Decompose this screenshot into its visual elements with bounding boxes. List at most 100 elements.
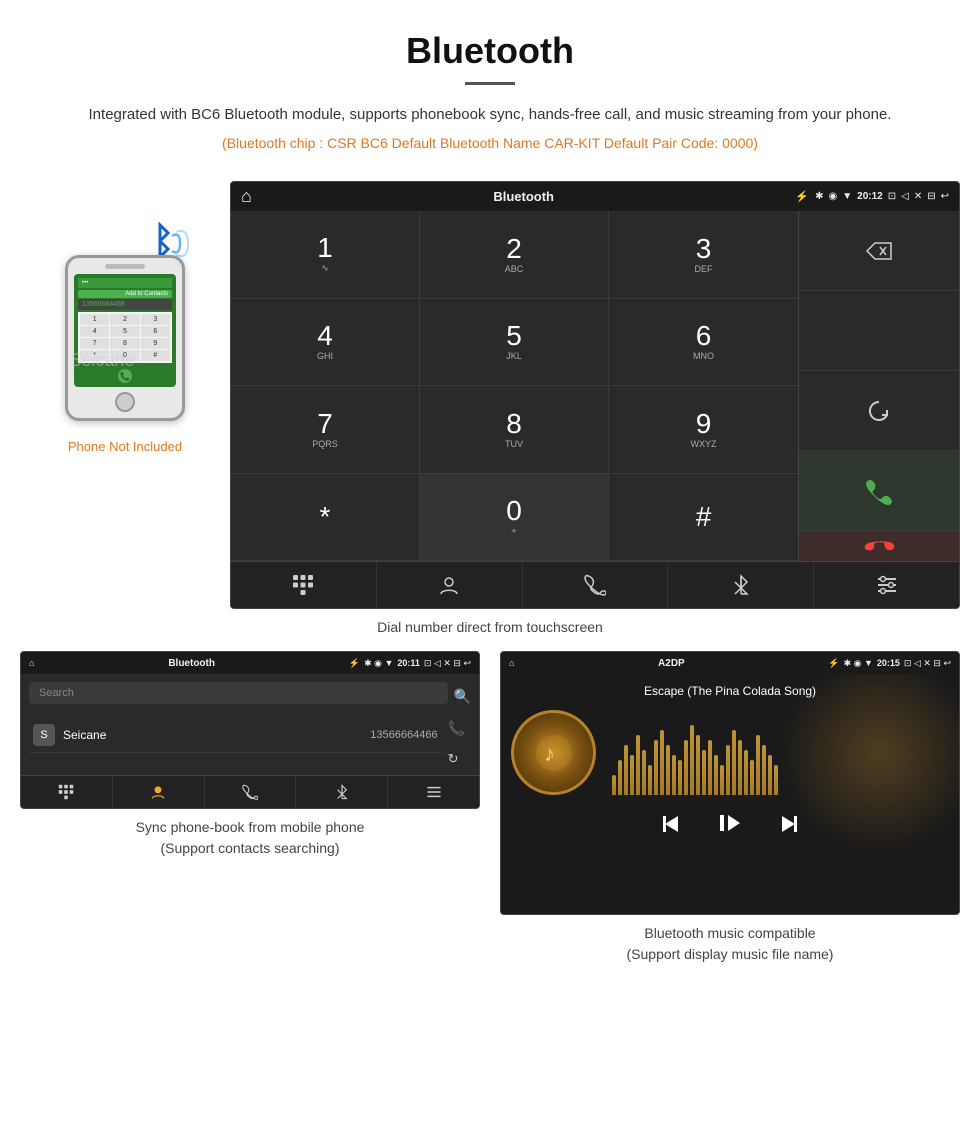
cam-icon-music: ⊡ ◁ ✕ ⊟ ↩ (904, 658, 951, 669)
home-icon-sm[interactable]: ⌂ (29, 658, 34, 668)
wave-bar (678, 760, 682, 795)
nav-contacts[interactable] (377, 562, 523, 608)
wave-bar (636, 735, 640, 795)
key-2[interactable]: 2 ABC (420, 211, 609, 299)
music-screen: ⌂ A2DP ⚡ ✱ ◉ ▼ 20:15 ⊡ ◁ ✕ ⊟ ↩ Escape (T… (500, 651, 960, 915)
phonebook-icon-column: 📞 ↻ (442, 718, 471, 767)
nav-dialpad[interactable] (231, 562, 377, 608)
usb-icon-music: ⚡ (828, 658, 839, 669)
phone-speaker (105, 264, 145, 269)
close-x-icon[interactable]: ✕ (914, 191, 922, 202)
pb-nav-bluetooth[interactable] (296, 776, 388, 808)
key-3[interactable]: 3 DEF (609, 211, 798, 299)
back-icon[interactable]: ↩ (941, 191, 949, 202)
pb-nav-settings[interactable] (388, 776, 479, 808)
key-hash[interactable]: # (609, 474, 798, 562)
pb-nav-contacts[interactable] (113, 776, 205, 808)
key-star[interactable]: * (231, 474, 420, 562)
next-button[interactable] (776, 812, 800, 842)
key-1[interactable]: 1 ∿ (231, 211, 420, 299)
wave-bar (726, 745, 730, 795)
end-call-button[interactable] (799, 531, 959, 561)
reload-icon-pb[interactable]: ↻ (448, 751, 465, 767)
phone-not-included-label: Phone Not Included (68, 439, 182, 454)
wave-bar (744, 750, 748, 795)
album-art: ♪ (511, 710, 596, 795)
time-music: 20:15 (877, 658, 900, 668)
action-empty (799, 291, 959, 371)
cam-icon-sm: ⊡ ◁ ✕ ⊟ ↩ (424, 658, 471, 669)
wave-bar (660, 730, 664, 795)
nav-bluetooth[interactable] (668, 562, 814, 608)
dialer-actions (799, 211, 959, 561)
status-icons-music: ✱ ◉ ▼ (844, 658, 873, 669)
nav-settings[interactable] (814, 562, 959, 608)
pb-nav-dialpad[interactable] (21, 776, 113, 808)
key-9[interactable]: 9 WXYZ (609, 386, 798, 474)
call-button[interactable] (799, 451, 959, 531)
wave-bar (762, 745, 766, 795)
key-0[interactable]: 0 + (420, 474, 609, 562)
backspace-button[interactable] (799, 211, 959, 291)
main-caption: Dial number direct from touchscreen (0, 619, 980, 635)
phone-icon-pb[interactable]: 📞 (448, 720, 465, 737)
phonebook-body: Search 🔍 S Seicane 13566664466 📞 (21, 674, 479, 775)
wave-bar (768, 755, 772, 795)
main-content: ••• Add to Contacts 13566664466 123 456 … (0, 181, 980, 609)
wave-bar (648, 765, 652, 795)
wave-bar (720, 765, 724, 795)
wave-bar (642, 750, 646, 795)
prev-button[interactable] (660, 812, 684, 842)
redial-button[interactable] (799, 371, 959, 451)
home-icon[interactable]: ⌂ (241, 186, 252, 207)
phone-mockup: ••• Add to Contacts 13566664466 123 456 … (65, 255, 185, 421)
key-5[interactable]: 5 JKL (420, 299, 609, 387)
contact-row[interactable]: S Seicane 13566664466 (29, 718, 442, 753)
wave-bar (630, 755, 634, 795)
wave-bar (624, 745, 628, 795)
page-specs: (Bluetooth chip : CSR BC6 Default Blueto… (60, 135, 920, 151)
phonebook-screen: ⌂ Bluetooth ⚡ ✱ ◉ ▼ 20:11 ⊡ ◁ ✕ ⊟ ↩ Sear… (20, 651, 480, 809)
search-bar[interactable]: Search (29, 682, 448, 704)
wave-bar (696, 735, 700, 795)
large-screen-mockup: ⌂ Bluetooth ⚡ ✱ ◉ ▼ 20:12 ⊡ ◁ ✕ ⊟ ↩ 1 ∿ (230, 181, 960, 609)
volume-icon: ◁ (901, 191, 909, 202)
nav-phone[interactable] (523, 562, 669, 608)
pb-nav-phone[interactable] (205, 776, 297, 808)
key-4[interactable]: 4 GHI (231, 299, 420, 387)
status-icons: ✱ ◉ ▼ 20:12 ⊡ ◁ ✕ ⊟ ↩ (815, 191, 949, 202)
search-icon[interactable]: 🔍 (454, 688, 471, 705)
home-icon-music[interactable]: ⌂ (509, 658, 514, 668)
phone-aside: ••• Add to Contacts 13566664466 123 456 … (20, 181, 230, 454)
wave-bar (654, 740, 658, 795)
wave-bar (714, 755, 718, 795)
key-7[interactable]: 7 PQRS (231, 386, 420, 474)
wave-bar (756, 735, 760, 795)
page-title: Bluetooth (60, 30, 920, 72)
wave-bar (750, 760, 754, 795)
music-album-area: ♪ (511, 710, 949, 795)
music-title-bar: A2DP (518, 658, 824, 669)
wave-bar (774, 765, 778, 795)
phonebook-status-bar: ⌂ Bluetooth ⚡ ✱ ◉ ▼ 20:11 ⊡ ◁ ✕ ⊟ ↩ (21, 652, 479, 674)
phonebook-title: Bluetooth (38, 658, 344, 669)
wave-bar (666, 745, 670, 795)
wave-bar (732, 730, 736, 795)
key-6[interactable]: 6 MNO (609, 299, 798, 387)
camera-icon: ⊡ (888, 191, 896, 202)
location-icon: ◉ (829, 191, 838, 202)
key-8[interactable]: 8 TUV (420, 386, 609, 474)
wave-bar (708, 740, 712, 795)
wifi-icon: ▼ (842, 191, 852, 202)
seicane-watermark: Seicane (70, 350, 135, 371)
bt-status-icon: ✱ (815, 191, 823, 202)
contact-number: 13566664466 (370, 729, 437, 741)
time-display: 20:12 (857, 191, 883, 202)
dialer-wrapper: 1 ∿ 2 ABC 3 DEF 4 GHI 5 JKL (231, 211, 959, 561)
wave-bar (738, 740, 742, 795)
contacts-list: S Seicane 13566664466 (29, 718, 442, 767)
play-pause-button[interactable] (714, 807, 746, 846)
wave-bar (702, 750, 706, 795)
phone-home-btn (115, 392, 135, 412)
wave-bar (618, 760, 622, 795)
